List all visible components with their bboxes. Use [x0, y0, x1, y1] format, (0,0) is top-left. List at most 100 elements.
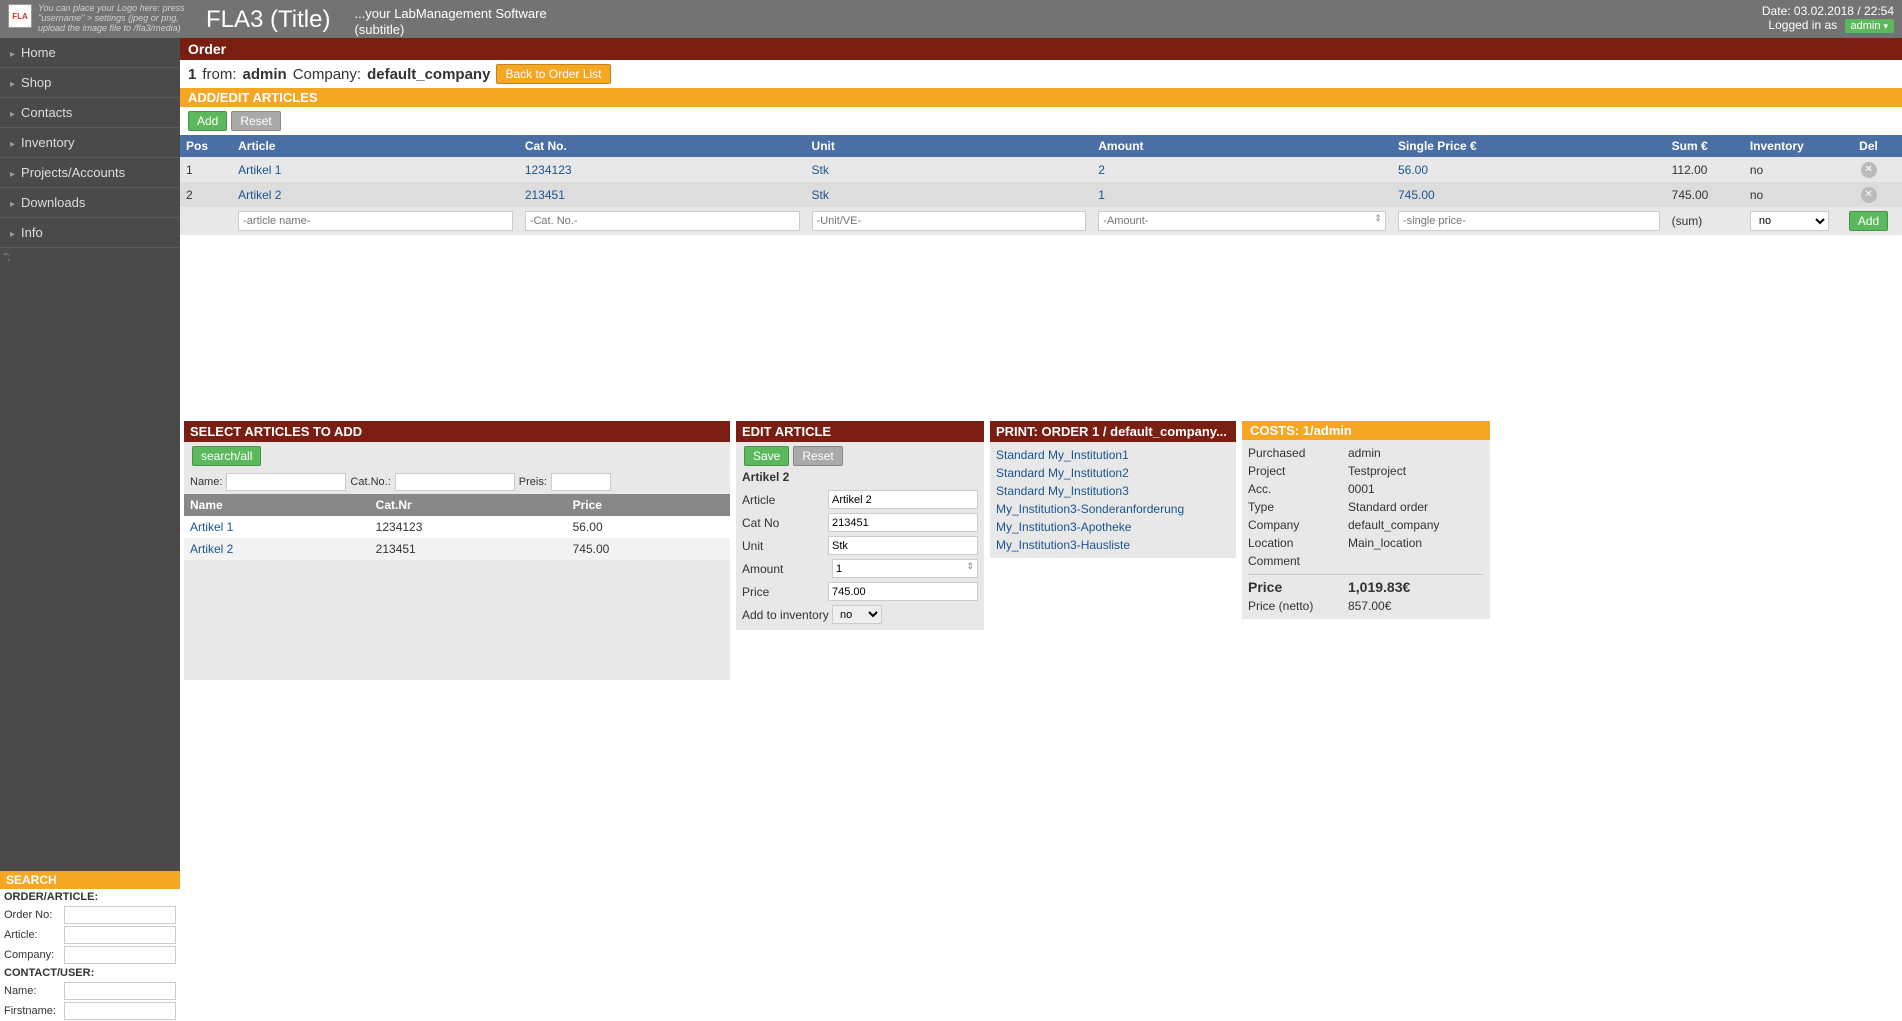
save-button[interactable]: Save [744, 446, 789, 466]
sidebar-item-home[interactable]: Home [0, 38, 180, 68]
costs-netto-row: Price (netto)857.00€ [1248, 597, 1484, 615]
edit-amount-input[interactable] [832, 559, 978, 578]
list-item[interactable]: Artikel 1123412356.00 [184, 516, 730, 538]
costs-panel: COSTS: 1/admin PurchasedadminProjectTest… [1242, 421, 1490, 619]
col-inventory: Inventory [1744, 135, 1835, 157]
cell-unit-link[interactable]: Stk [812, 163, 829, 177]
input-inventory[interactable]: no [1750, 211, 1829, 231]
edit-inv-select[interactable]: no [832, 605, 882, 624]
sidebar-item-contacts[interactable]: Contacts [0, 98, 180, 128]
search-section-order: ORDER/ARTICLE: [0, 889, 180, 905]
topbar-right: Date: 03.02.2018 / 22:54 Logged in as ad… [1762, 4, 1894, 33]
cell-sum: 745.00 [1666, 182, 1744, 207]
search-all-button[interactable]: search/all [192, 446, 261, 466]
input-catno[interactable] [525, 211, 800, 231]
reset-button[interactable]: Reset [231, 111, 280, 131]
table-row: 2 Artikel 2 213451 Stk 1 745.00 745.00 n… [180, 182, 1902, 207]
filter-name-label: Name: [190, 476, 222, 488]
cell-article-link[interactable]: Artikel 1 [238, 163, 281, 177]
back-to-order-list-button[interactable]: Back to Order List [496, 64, 610, 84]
app-subtitle: ...your LabManagement Software (subtitle… [354, 6, 546, 37]
edit-price-input[interactable] [828, 582, 978, 601]
cell-amount-link[interactable]: 1 [1098, 188, 1105, 202]
user-badge[interactable]: admin [1845, 19, 1895, 33]
sidebar-item-downloads[interactable]: Downloads [0, 188, 180, 218]
sel-name[interactable]: Artikel 1 [190, 520, 233, 534]
delete-icon[interactable]: ✕ [1861, 162, 1877, 178]
cell-amount-link[interactable]: 2 [1098, 163, 1105, 177]
edit-catno-input[interactable] [828, 513, 978, 532]
input-amount[interactable] [1098, 211, 1386, 231]
sel-price: 56.00 [567, 516, 730, 538]
input-article-name[interactable] [238, 211, 513, 231]
edit-article-panel: EDIT ARTICLE Save Reset Artikel 2 Articl… [736, 421, 984, 630]
cell-price-link[interactable]: 56.00 [1398, 163, 1428, 177]
price-label: Price [1248, 579, 1348, 595]
select-articles-panel: SELECT ARTICLES TO ADD search/all Name: … [184, 421, 730, 680]
costs-val: Main_location [1348, 536, 1484, 550]
cell-price-link[interactable]: 745.00 [1398, 188, 1435, 202]
input-price[interactable] [1398, 211, 1660, 231]
list-item[interactable]: Artikel 2213451745.00 [184, 538, 730, 560]
cell-catno-link[interactable]: 1234123 [525, 163, 572, 177]
netto-value: 857.00€ [1348, 599, 1484, 613]
costs-val: admin [1348, 446, 1484, 460]
sidebar-item-inventory[interactable]: Inventory [0, 128, 180, 158]
add-button[interactable]: Add [188, 111, 227, 131]
filter-catno-input[interactable] [395, 473, 515, 491]
search-name-input[interactable] [64, 982, 176, 1000]
add-edit-header: ADD/EDIT ARTICLES [180, 88, 1902, 107]
search-orderno-label: Order No: [4, 909, 64, 921]
row-add-button[interactable]: Add [1849, 211, 1888, 231]
search-firstname-input[interactable] [64, 1002, 176, 1020]
print-link[interactable]: My_Institution3-Sonderanforderung [996, 500, 1230, 518]
edit-unit-input[interactable] [828, 536, 978, 555]
costs-val: Standard order [1348, 500, 1484, 514]
sel-name[interactable]: Artikel 2 [190, 542, 233, 556]
sidebar-item-projects[interactable]: Projects/Accounts [0, 158, 180, 188]
cell-inventory: no [1744, 157, 1835, 182]
edit-unit-label: Unit [742, 539, 828, 553]
print-link[interactable]: Standard My_Institution3 [996, 482, 1230, 500]
print-link[interactable]: My_Institution3-Hausliste [996, 536, 1230, 554]
cell-catno-link[interactable]: 213451 [525, 188, 565, 202]
costs-row: Companydefault_company [1248, 516, 1484, 534]
articles-table: Pos Article Cat No. Unit Amount Single P… [180, 135, 1902, 235]
topbar: FLA You can place your Logo here: press … [0, 0, 1902, 38]
search-article-label: Article: [4, 929, 64, 941]
print-link[interactable]: Standard My_Institution2 [996, 464, 1230, 482]
date-display: Date: 03.02.2018 / 22:54 [1762, 4, 1894, 18]
search-firstname-label: Firstname: [4, 1005, 64, 1017]
search-article-input[interactable] [64, 926, 176, 944]
select-articles-header: SELECT ARTICLES TO ADD [184, 421, 730, 442]
cell-unit-link[interactable]: Stk [812, 188, 829, 202]
print-link[interactable]: My_Institution3-Apotheke [996, 518, 1230, 536]
main-content: Order 1 from: admin Company: default_com… [180, 38, 1902, 1021]
costs-val: default_company [1348, 518, 1484, 532]
sum-placeholder: (sum) [1666, 207, 1744, 235]
sidebar-item-shop[interactable]: Shop [0, 68, 180, 98]
sidebar-item-info[interactable]: Info [0, 218, 180, 248]
edit-article-input[interactable] [828, 490, 978, 509]
edit-catno-label: Cat No [742, 516, 828, 530]
filter-price-input[interactable] [551, 473, 611, 491]
select-articles-table: Name Cat.Nr Price Artikel 1123412356.00A… [184, 494, 730, 560]
search-company-input[interactable] [64, 946, 176, 964]
add-edit-toolbar: Add Reset [180, 107, 1902, 135]
col-amount: Amount [1092, 135, 1392, 157]
delete-icon[interactable]: ✕ [1861, 187, 1877, 203]
input-unit[interactable] [812, 211, 1087, 231]
filter-name-input[interactable] [226, 473, 346, 491]
print-link[interactable]: Standard My_Institution1 [996, 446, 1230, 464]
logo-icon: FLA [8, 4, 32, 28]
search-orderno-input[interactable] [64, 906, 176, 924]
cell-pos: 1 [180, 157, 232, 182]
edit-inv-label: Add to inventory [742, 608, 832, 622]
order-company: default_company [367, 66, 490, 83]
sel-price: 745.00 [567, 538, 730, 560]
edit-reset-button[interactable]: Reset [793, 446, 842, 466]
col-unit: Unit [806, 135, 1093, 157]
costs-row: Purchasedadmin [1248, 444, 1484, 462]
cell-article-link[interactable]: Artikel 2 [238, 188, 281, 202]
edit-article-header: EDIT ARTICLE [736, 421, 984, 442]
